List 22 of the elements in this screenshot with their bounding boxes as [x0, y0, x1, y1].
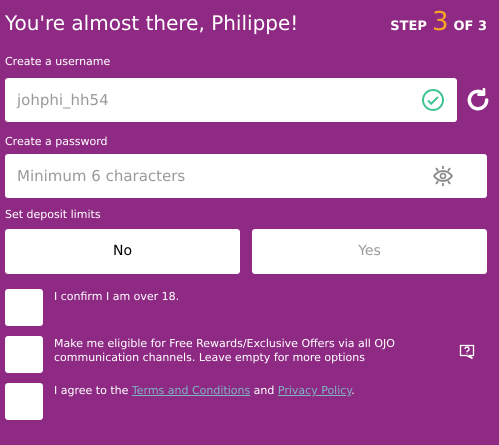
field-label: Set deposit limits	[5, 207, 102, 223]
refresh-icon[interactable]	[465, 87, 491, 113]
step-number: 3	[432, 9, 448, 36]
username-field[interactable]: johphi_hh54	[5, 78, 457, 122]
checkbox-label: I confirm I am over 18.	[54, 290, 180, 304]
help-icon[interactable]	[459, 344, 475, 360]
step-label: STEP	[390, 18, 427, 36]
option-button[interactable]: Yes	[252, 229, 487, 274]
checkbox[interactable]	[5, 289, 43, 326]
field-label: Create a username	[5, 54, 112, 70]
checkbox-label: I agree to the Terms and Conditions and Privacy Policy.	[54, 384, 356, 398]
link[interactable]: Terms and Conditions	[132, 384, 250, 397]
checkbox-label: Make me eligible for Free Rewards/Exclusive Offers via all OJO communication channels. Leave empty for more options	[54, 337, 396, 365]
step-total: OF 3	[453, 18, 487, 36]
checkbox[interactable]	[5, 336, 43, 373]
password-field[interactable]: Minimum 6 characters	[5, 154, 487, 198]
link[interactable]: Privacy Policy	[278, 384, 352, 397]
checkbox[interactable]	[5, 383, 43, 420]
field-label: Create a password	[5, 134, 109, 150]
eye-icon[interactable]	[431, 164, 455, 188]
option-button[interactable]: No	[5, 229, 240, 274]
page-title: You're almost there, Philippe!	[5, 10, 298, 37]
